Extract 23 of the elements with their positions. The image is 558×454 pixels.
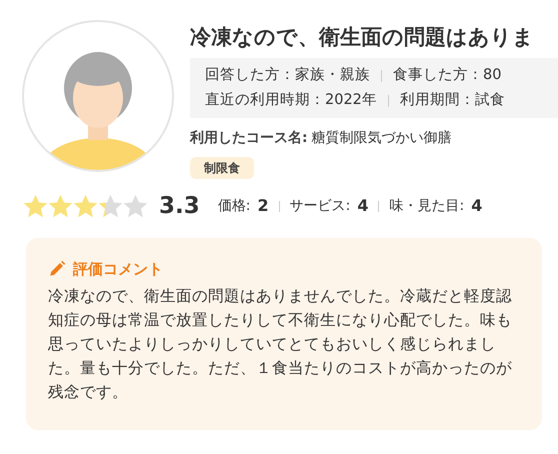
star-icon <box>97 192 124 220</box>
tag: 制限食 <box>190 157 254 179</box>
course-name: 糖質制限気づかい御膳 <box>312 129 452 148</box>
rating-value: 4 <box>357 195 368 218</box>
rating-label: 価格: <box>218 196 250 216</box>
info-text: 回答した方：家族・親族 <box>205 66 370 85</box>
comment-text: 冷凍なので、衛生面の問題はありませんでした。冷蔵だと軽度認知症の母は常温で放置したりして不衛生になり心配でした。味も思っていたよりしっかりしていてとてもおいしく感じられました。量も十分でした。ただ、１食当たりのコストが高かったのが残念です。 <box>48 286 513 403</box>
rating-value: 4 <box>471 195 482 218</box>
star-icon <box>122 192 149 220</box>
rating-value: 2 <box>257 195 269 218</box>
info-text: 利用期間：試食 <box>400 91 505 110</box>
rating-label: サービス: <box>290 196 350 216</box>
star-icon <box>47 192 74 220</box>
info-text: 直近の利用時期：2022年 <box>205 91 377 110</box>
star-icon <box>72 192 99 220</box>
rating-score: 3.3 <box>159 192 200 221</box>
comment-heading: 評価コメント <box>73 258 163 280</box>
course-label: 利用したコース名: <box>190 129 308 148</box>
star-icon <box>22 192 49 220</box>
rating-label: 味・見た目: <box>389 196 464 216</box>
info-text: 食事した方：80 <box>393 66 502 85</box>
review-title: 冷凍なので、衛生面の問題はありま <box>190 24 535 51</box>
pencil-icon <box>48 260 66 278</box>
